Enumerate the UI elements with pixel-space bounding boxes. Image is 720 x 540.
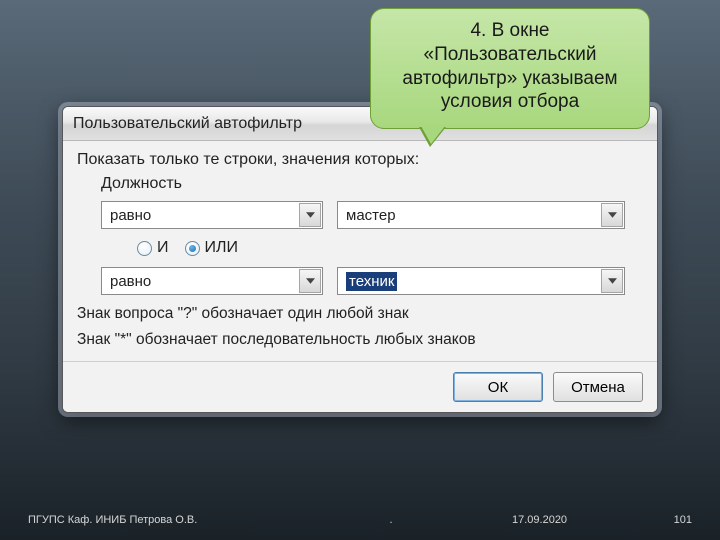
slide-page: 101: [652, 514, 692, 526]
chevron-down-icon[interactable]: [601, 203, 623, 227]
callout-text: 4. В окне «Пользовательский автофильтр» …: [402, 20, 617, 112]
ok-button[interactable]: ОК: [453, 372, 543, 402]
dialog-footer: ОК Отмена: [63, 361, 657, 412]
slide-mid: .: [270, 514, 512, 526]
dialog-body: Показать только те строки, значения кото…: [63, 141, 657, 361]
slide-author: ПГУПС Каф. ИНИБ Петрова О.В.: [28, 514, 270, 526]
radio-and[interactable]: И: [137, 239, 169, 257]
chevron-down-icon[interactable]: [299, 203, 321, 227]
operator-value-2: равно: [110, 273, 151, 290]
operator-combo-1[interactable]: равно: [101, 201, 323, 229]
operator-value-1: равно: [110, 207, 151, 224]
value-2: техник: [346, 272, 397, 291]
criteria-row-1: равно мастер: [101, 201, 643, 229]
operator-combo-2[interactable]: равно: [101, 267, 323, 295]
hint-question-mark: Знак вопроса "?" обозначает один любой з…: [77, 305, 643, 323]
ok-label: ОК: [488, 379, 508, 396]
criteria-row-2: равно техник: [101, 267, 643, 295]
value-combo-1[interactable]: мастер: [337, 201, 625, 229]
custom-autofilter-dialog: Пользовательский автофильтр Показать тол…: [62, 106, 658, 413]
hint-asterisk: Знак "*" обозначает последовательность л…: [77, 331, 643, 349]
column-label: Должность: [101, 175, 643, 193]
radio-icon: [137, 241, 152, 256]
radio-and-label: И: [157, 239, 169, 257]
value-1: мастер: [346, 207, 396, 224]
slide-footer: ПГУПС Каф. ИНИБ Петрова О.В. . 17.09.202…: [0, 514, 720, 526]
slide-date: 17.09.2020: [512, 514, 652, 526]
value-combo-2[interactable]: техник: [337, 267, 625, 295]
radio-or[interactable]: ИЛИ: [185, 239, 239, 257]
cancel-button[interactable]: Отмена: [553, 372, 643, 402]
cancel-label: Отмена: [571, 379, 625, 396]
radio-or-label: ИЛИ: [205, 239, 239, 257]
radio-icon: [185, 241, 200, 256]
chevron-down-icon[interactable]: [299, 269, 321, 293]
chevron-down-icon[interactable]: [601, 269, 623, 293]
instruction-text: Показать только те строки, значения кото…: [77, 151, 643, 169]
tutorial-callout: 4. В окне «Пользовательский автофильтр» …: [370, 8, 650, 129]
logic-radio-group: И ИЛИ: [137, 239, 643, 257]
dialog-title: Пользовательский автофильтр: [73, 115, 302, 133]
